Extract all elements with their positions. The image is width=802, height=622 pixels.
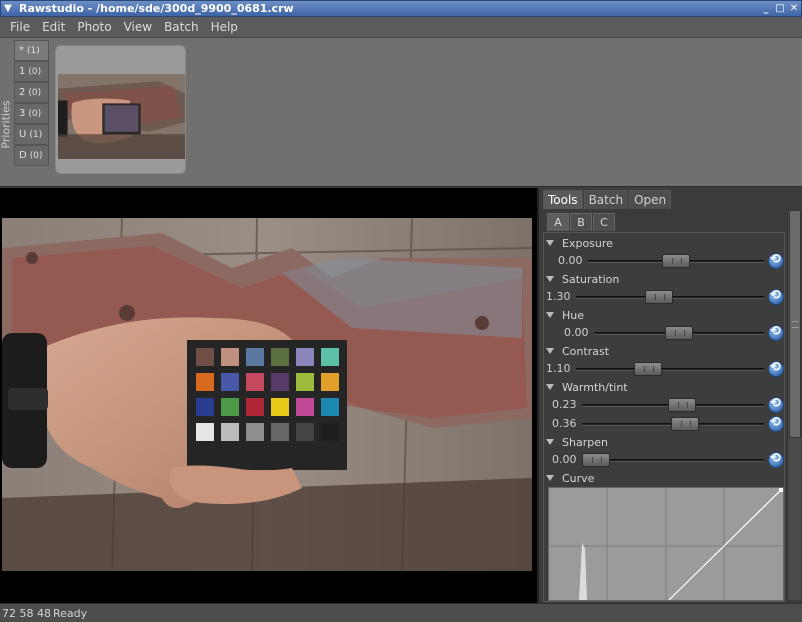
exposure-header[interactable]: Exposure xyxy=(546,235,613,251)
priority-2-button[interactable]: 2 (0) xyxy=(14,82,49,103)
curve-editor[interactable] xyxy=(548,487,784,601)
hue-reset-icon[interactable] xyxy=(768,324,784,341)
sharpen-header[interactable]: Sharpen xyxy=(546,434,608,450)
menu-view[interactable]: View xyxy=(120,20,160,34)
status-message: Ready xyxy=(52,606,88,620)
slider-handle[interactable] xyxy=(662,254,690,268)
tools-scrollbar[interactable] xyxy=(787,210,801,600)
contrast-slider-row: 1.10 xyxy=(544,360,784,378)
hue-slider-row: 0.00 xyxy=(544,324,784,342)
sharpen-slider[interactable] xyxy=(582,453,764,467)
priority-all-button[interactable]: * (1) xyxy=(14,40,49,61)
tint-slider[interactable] xyxy=(582,417,764,431)
priority-3-button[interactable]: 3 (0) xyxy=(14,103,49,124)
slider-handle[interactable] xyxy=(644,290,673,304)
tool-panel: Tools Batch Open A B C Exposure 0.00 Sat… xyxy=(537,188,802,603)
maximize-button[interactable]: □ xyxy=(773,2,787,15)
saturation-slider[interactable] xyxy=(576,290,764,304)
slider-handle[interactable] xyxy=(671,417,700,431)
menu-edit[interactable]: Edit xyxy=(38,20,73,34)
exposure-reset-icon[interactable] xyxy=(768,252,784,269)
slider-handle[interactable] xyxy=(665,326,693,340)
window-menu-icon[interactable]: ▼ xyxy=(1,2,15,15)
window-titlebar: ▼ Rawstudio - /home/sde/300d_9900_0681.c… xyxy=(0,0,802,17)
window-title: Rawstudio - /home/sde/300d_9900_0681.crw xyxy=(19,2,294,15)
exposure-slider-row: 0.00 xyxy=(544,252,784,270)
settings-subtabs: A B C xyxy=(547,213,616,231)
warmth-slider-row: 0.23 xyxy=(544,396,784,414)
tint-slider-row: 0.36 xyxy=(544,415,784,433)
status-bar: 72 58 48 Ready xyxy=(0,603,802,622)
preview-photo xyxy=(2,218,532,571)
contrast-header[interactable]: Contrast xyxy=(546,343,609,359)
panel-tabs: Tools Batch Open xyxy=(543,190,672,210)
histogram xyxy=(579,543,587,600)
image-preview[interactable] xyxy=(0,188,537,603)
curve-line xyxy=(668,487,784,601)
contrast-value: 1.10 xyxy=(546,362,571,375)
thumbnail-strip: Priorities * (1) 1 (0) 2 (0) 3 (0) U (1) D (0) xyxy=(0,38,802,187)
priority-unprioritized-button[interactable]: U (1) xyxy=(14,124,49,145)
exposure-slider[interactable] xyxy=(588,254,764,268)
photo-thumbnail[interactable] xyxy=(55,45,186,174)
menu-batch[interactable]: Batch xyxy=(160,20,207,34)
menu-file[interactable]: File xyxy=(6,20,38,34)
priority-buttons: * (1) 1 (0) 2 (0) 3 (0) U (1) D (0) xyxy=(14,40,49,166)
tab-open[interactable]: Open xyxy=(629,190,672,209)
expander-triangle-icon xyxy=(546,240,554,246)
minimize-button[interactable]: _ xyxy=(759,2,773,15)
priorities-label: Priorities xyxy=(0,100,13,149)
warmth-slider[interactable] xyxy=(582,398,764,412)
sharpen-slider-row: 0.00 xyxy=(544,451,784,469)
warmth-tint-header[interactable]: Warmth/tint xyxy=(546,379,628,395)
priority-deleted-button[interactable]: D (0) xyxy=(14,145,49,166)
contrast-slider[interactable] xyxy=(576,362,764,376)
menu-bar: File Edit Photo View Batch Help xyxy=(0,17,802,38)
sharpen-reset-icon[interactable] xyxy=(768,451,784,468)
slider-handle[interactable] xyxy=(668,398,697,412)
hue-header[interactable]: Hue xyxy=(546,307,584,323)
expander-triangle-icon xyxy=(546,475,554,481)
subtab-a[interactable]: A xyxy=(547,213,569,231)
expander-triangle-icon xyxy=(546,439,554,445)
saturation-value: 1.30 xyxy=(546,290,571,303)
slider-handle[interactable] xyxy=(633,362,662,376)
tab-batch[interactable]: Batch xyxy=(583,190,629,209)
curve-header[interactable]: Curve xyxy=(546,470,594,486)
saturation-header[interactable]: Saturation xyxy=(546,271,619,287)
exposure-value: 0.00 xyxy=(558,254,583,267)
thumbnail-image xyxy=(58,74,185,159)
subtab-b[interactable]: B xyxy=(570,213,592,231)
close-button[interactable]: ✕ xyxy=(787,2,801,15)
expander-triangle-icon xyxy=(546,384,554,390)
expander-triangle-icon xyxy=(546,276,554,282)
scrollbar-thumb[interactable] xyxy=(789,210,801,438)
contrast-reset-icon[interactable] xyxy=(768,360,784,377)
warmth-reset-icon[interactable] xyxy=(768,396,784,413)
slider-handle[interactable] xyxy=(582,453,610,467)
expander-triangle-icon xyxy=(546,348,554,354)
saturation-slider-row: 1.30 xyxy=(544,288,784,306)
tab-tools[interactable]: Tools xyxy=(543,190,583,209)
subtab-c[interactable]: C xyxy=(593,213,615,231)
tint-reset-icon[interactable] xyxy=(768,415,784,432)
menu-photo[interactable]: Photo xyxy=(73,20,119,34)
saturation-reset-icon[interactable] xyxy=(768,288,784,305)
tint-value: 0.36 xyxy=(552,417,577,430)
curve-point[interactable] xyxy=(779,488,783,492)
menu-help[interactable]: Help xyxy=(207,20,246,34)
warmth-value: 0.23 xyxy=(552,398,577,411)
hue-value: 0.00 xyxy=(564,326,589,339)
pixel-rgb-readout: 72 58 48 xyxy=(2,606,51,620)
priority-1-button[interactable]: 1 (0) xyxy=(14,61,49,82)
tools-area: Exposure 0.00 Saturation 1.30 Hue xyxy=(543,232,785,602)
expander-triangle-icon xyxy=(546,312,554,318)
hue-slider[interactable] xyxy=(594,326,764,340)
sharpen-value: 0.00 xyxy=(552,453,577,466)
